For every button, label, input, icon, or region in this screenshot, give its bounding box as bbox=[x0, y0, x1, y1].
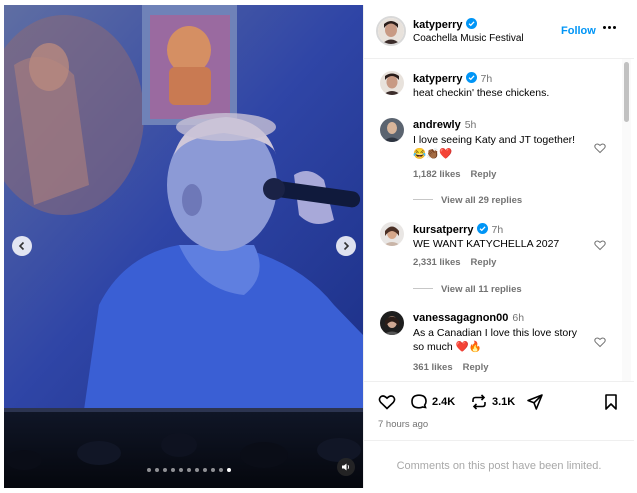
caption-header: katyperry 7h bbox=[413, 72, 492, 85]
verified-badge-icon bbox=[465, 18, 477, 29]
author-avatar[interactable] bbox=[380, 71, 404, 95]
comment-meta: 2,331 likes Reply bbox=[413, 257, 496, 268]
post-actions-bar: 2.4K 3.1K 7 hours ago bbox=[364, 381, 634, 441]
carousel-dot bbox=[162, 468, 167, 472]
post-timestamp: 7 hours ago bbox=[378, 419, 429, 430]
post-details-panel: katyperry Coachella Music Festival Follo… bbox=[363, 5, 634, 488]
comment-text: As a Canadian I love this love story so … bbox=[413, 327, 578, 353]
commenter-avatar[interactable] bbox=[380, 222, 404, 246]
more-options-icon[interactable] bbox=[603, 21, 619, 33]
post-caption: katyperry 7h heat checkin' these chickens… bbox=[364, 69, 622, 109]
save-button[interactable] bbox=[602, 393, 620, 411]
chevron-right-icon bbox=[343, 241, 350, 251]
comment-button[interactable]: 2.4K bbox=[410, 393, 455, 411]
comment-likes[interactable]: 1,182 likes bbox=[413, 169, 461, 180]
carousel-dot bbox=[178, 468, 183, 472]
like-button[interactable] bbox=[378, 393, 396, 411]
comment-text: WE WANT KATYCHELLA 2027 bbox=[413, 238, 560, 250]
post-media-carousel[interactable] bbox=[4, 5, 363, 488]
instagram-post-window: katyperry Coachella Music Festival Follo… bbox=[0, 0, 637, 493]
comment-header: kursatperry 7h bbox=[413, 223, 503, 236]
comment-bubble-icon bbox=[411, 394, 427, 409]
like-comment-heart-icon[interactable] bbox=[594, 336, 606, 348]
view-replies-label: View all 11 replies bbox=[441, 284, 522, 295]
commenter-avatar[interactable] bbox=[380, 311, 404, 335]
audio-toggle-button[interactable] bbox=[337, 458, 355, 476]
reply-button[interactable]: Reply bbox=[463, 362, 489, 373]
comments-list[interactable]: katyperry 7h heat checkin' these chickens… bbox=[364, 59, 634, 381]
post-header: katyperry Coachella Music Festival Follo… bbox=[364, 5, 634, 59]
follow-button[interactable]: Follow bbox=[561, 25, 596, 37]
caption-time: 7h bbox=[480, 73, 493, 85]
carousel-dot bbox=[210, 468, 215, 472]
carousel-dot bbox=[170, 468, 175, 472]
caption-username[interactable]: katyperry bbox=[413, 73, 463, 85]
view-replies-button[interactable]: View all 29 replies bbox=[413, 195, 522, 206]
comment-count: 2.4K bbox=[432, 396, 456, 408]
comment-header: vanessagagnon00 6h bbox=[413, 312, 524, 324]
comment-header: andrewly 5h bbox=[413, 119, 476, 131]
heart-icon bbox=[378, 395, 396, 410]
carousel-prev-button[interactable] bbox=[12, 236, 32, 256]
carousel-next-button[interactable] bbox=[336, 236, 356, 256]
carousel-dot bbox=[194, 468, 199, 472]
comment-username[interactable]: kursatperry bbox=[413, 224, 474, 236]
verified-badge-icon bbox=[465, 72, 477, 83]
carousel-dot bbox=[186, 468, 191, 472]
speaker-icon bbox=[342, 463, 350, 471]
carousel-dot-active bbox=[226, 468, 231, 472]
comment-text: I love seeing Katy and JT together! 😂👏🏾❤… bbox=[413, 134, 576, 160]
author-username[interactable]: katyperry bbox=[413, 18, 477, 31]
chevron-left-icon bbox=[18, 241, 25, 251]
repost-count: 3.1K bbox=[492, 396, 516, 408]
repost-button[interactable]: 3.1K bbox=[470, 393, 515, 411]
repost-icon bbox=[472, 394, 486, 410]
comment-username[interactable]: andrewly bbox=[413, 119, 461, 131]
caption-text: heat checkin' these chickens. bbox=[413, 87, 550, 99]
comment-time: 5h bbox=[464, 119, 477, 131]
comment-meta: 361 likes Reply bbox=[413, 362, 489, 373]
comments-scrollbar[interactable] bbox=[622, 59, 631, 381]
carousel-dot bbox=[154, 468, 159, 472]
comment-item: kursatperry 7h WE WANT KATYCHELLA 2027 2,… bbox=[364, 220, 622, 300]
carousel-dot bbox=[218, 468, 223, 472]
comment-likes[interactable]: 361 likes bbox=[413, 362, 453, 373]
like-comment-heart-icon[interactable] bbox=[594, 239, 606, 251]
comment-username[interactable]: vanessagagnon00 bbox=[413, 312, 508, 324]
comment-likes[interactable]: 2,331 likes bbox=[413, 257, 461, 268]
post-photo bbox=[4, 5, 363, 488]
author-avatar[interactable] bbox=[376, 16, 406, 46]
comments-limited-notice: Comments on this post have been limited. bbox=[396, 460, 602, 472]
verified-badge-icon bbox=[476, 223, 488, 234]
post-location[interactable]: Coachella Music Festival bbox=[413, 33, 524, 44]
view-replies-button[interactable]: View all 11 replies bbox=[413, 284, 522, 295]
reply-button[interactable]: Reply bbox=[471, 169, 497, 180]
comment-time: 6h bbox=[512, 312, 525, 324]
comment-item: vanessagagnon00 6h As a Canadian I love t… bbox=[364, 309, 622, 379]
share-paper-plane-icon bbox=[527, 394, 543, 410]
carousel-indicator bbox=[4, 468, 363, 472]
comment-time: 7h bbox=[491, 224, 504, 236]
view-replies-label: View all 29 replies bbox=[441, 195, 523, 206]
like-comment-heart-icon[interactable] bbox=[594, 142, 606, 154]
commenter-avatar[interactable] bbox=[380, 118, 404, 142]
bookmark-icon bbox=[605, 394, 617, 410]
carousel-dot bbox=[146, 468, 151, 472]
carousel-dot bbox=[202, 468, 207, 472]
share-button[interactable] bbox=[526, 393, 544, 411]
scrollbar-thumb[interactable] bbox=[624, 62, 629, 122]
comment-item: andrewly 5h I love seeing Katy and JT tog… bbox=[364, 116, 622, 206]
reply-button[interactable]: Reply bbox=[471, 257, 497, 268]
comment-meta: 1,182 likes Reply bbox=[413, 169, 496, 180]
